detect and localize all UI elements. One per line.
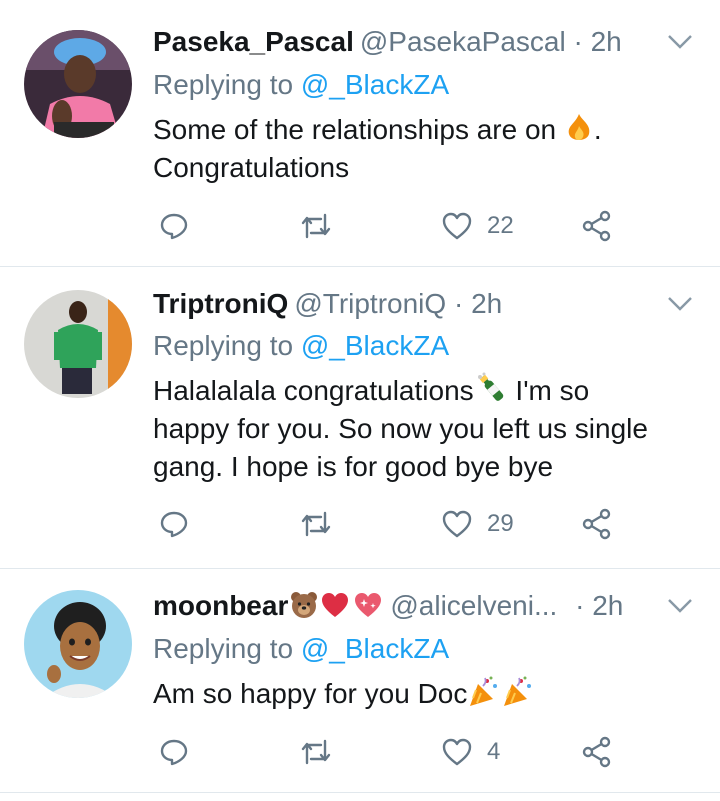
timestamp[interactable]: 2h (471, 288, 502, 319)
reply-icon (160, 739, 188, 766)
reply-tweet[interactable]: moonbear @alicelveni... · 2h Replying to… (0, 568, 720, 793)
mention-link[interactable]: @_BlackZA (301, 69, 449, 100)
share-icon (582, 508, 611, 540)
avatar[interactable] (24, 290, 132, 398)
replying-to: Replying to @_BlackZA (153, 631, 449, 667)
avatar[interactable] (24, 590, 132, 698)
reply-icon (160, 213, 188, 240)
reply-tweet[interactable]: TriptroniQ @TriptroniQ · 2h Replying to @… (0, 266, 720, 569)
reply-button[interactable] (159, 504, 189, 544)
reply-button[interactable] (159, 206, 189, 246)
tweet-text-line: happy for you. So now you left us single (153, 413, 648, 444)
separator-dot: · (573, 26, 583, 57)
like-count: 29 (487, 510, 514, 537)
separator-dot: · (453, 288, 464, 319)
replying-to-label: Replying to (153, 633, 294, 664)
tweet-text-line: I'm so (507, 375, 590, 406)
separator-dot: · (575, 590, 585, 621)
user-handle[interactable]: @PasekaPascal (360, 26, 566, 57)
retweet-icon (301, 511, 331, 537)
mention-link[interactable]: @_BlackZA (301, 633, 449, 664)
like-button[interactable]: 29 (441, 504, 514, 544)
share-button[interactable] (581, 732, 613, 772)
user-handle[interactable]: @alicelveni... (390, 590, 557, 621)
retweet-button[interactable] (299, 504, 333, 544)
retweet-icon (301, 739, 331, 765)
name-emojis (290, 591, 384, 619)
tweet-header: Paseka_Pascal @PasekaPascal · 2h (153, 24, 622, 60)
party-popper-emoji-icon (504, 676, 532, 706)
share-icon (582, 736, 611, 768)
chevron-down-icon[interactable] (666, 294, 694, 314)
display-name[interactable]: Paseka_Pascal (153, 26, 354, 57)
tweet-text-line: Halalalala congratulations (153, 375, 474, 406)
retweet-icon (301, 213, 331, 239)
tweet-text: Some of the relationships are on . Congr… (153, 111, 693, 187)
sparkling-heart-emoji-icon (355, 593, 382, 617)
fire-emoji-icon (568, 114, 590, 140)
heart-icon (442, 738, 472, 766)
like-button[interactable]: 22 (441, 206, 514, 246)
tweet-text: Am so happy for you Doc (153, 675, 693, 713)
chevron-down-icon[interactable] (666, 32, 694, 52)
tweet-header: moonbear @alicelveni... · 2h (153, 588, 623, 624)
reply-icon (160, 511, 188, 538)
tweet-header: TriptroniQ @TriptroniQ · 2h (153, 286, 502, 322)
like-count: 4 (487, 738, 501, 765)
replying-to-label: Replying to (153, 69, 294, 100)
action-bar: 29 (153, 504, 623, 544)
tweet-text-punct: . (593, 114, 602, 145)
share-icon (582, 210, 611, 242)
timestamp[interactable]: 2h (591, 26, 622, 57)
heart-icon (442, 510, 472, 538)
action-bar: 4 (153, 732, 623, 772)
champagne-emoji-icon (477, 372, 503, 401)
reply-button[interactable] (159, 732, 189, 772)
tweet-text-line: Am so happy for you Doc (153, 678, 468, 709)
action-bar: 22 (153, 206, 623, 246)
red-heart-emoji-icon (322, 593, 349, 617)
user-handle[interactable]: @TriptroniQ (294, 288, 446, 319)
tweet-text-line: gang. I hope is for good bye bye (153, 451, 554, 482)
tweet-text-line: Some of the relationships are on (153, 114, 557, 145)
retweet-button[interactable] (299, 732, 333, 772)
like-button[interactable]: 4 (441, 732, 500, 772)
mention-link[interactable]: @_BlackZA (301, 330, 449, 361)
bear-face-emoji-icon (291, 592, 318, 618)
timestamp[interactable]: 2h (592, 590, 623, 621)
retweet-button[interactable] (299, 206, 333, 246)
display-name[interactable]: moonbear (153, 590, 288, 621)
reply-tweet[interactable]: Paseka_Pascal @PasekaPascal · 2h Replying… (0, 0, 720, 267)
avatar[interactable] (24, 30, 132, 138)
tweet-text: Halalalala congratulations I'm so happy … (153, 371, 693, 486)
chevron-down-icon[interactable] (666, 596, 694, 616)
heart-icon (442, 212, 472, 240)
party-popper-emoji-icon (470, 676, 498, 706)
like-count: 22 (487, 212, 514, 239)
tweet-text-line: Congratulations (153, 152, 350, 183)
display-name[interactable]: TriptroniQ (153, 288, 288, 319)
share-button[interactable] (581, 504, 613, 544)
share-button[interactable] (581, 206, 613, 246)
replying-to: Replying to @_BlackZA (153, 67, 449, 103)
replying-to-label: Replying to (153, 330, 294, 361)
replying-to: Replying to @_BlackZA (153, 328, 449, 364)
